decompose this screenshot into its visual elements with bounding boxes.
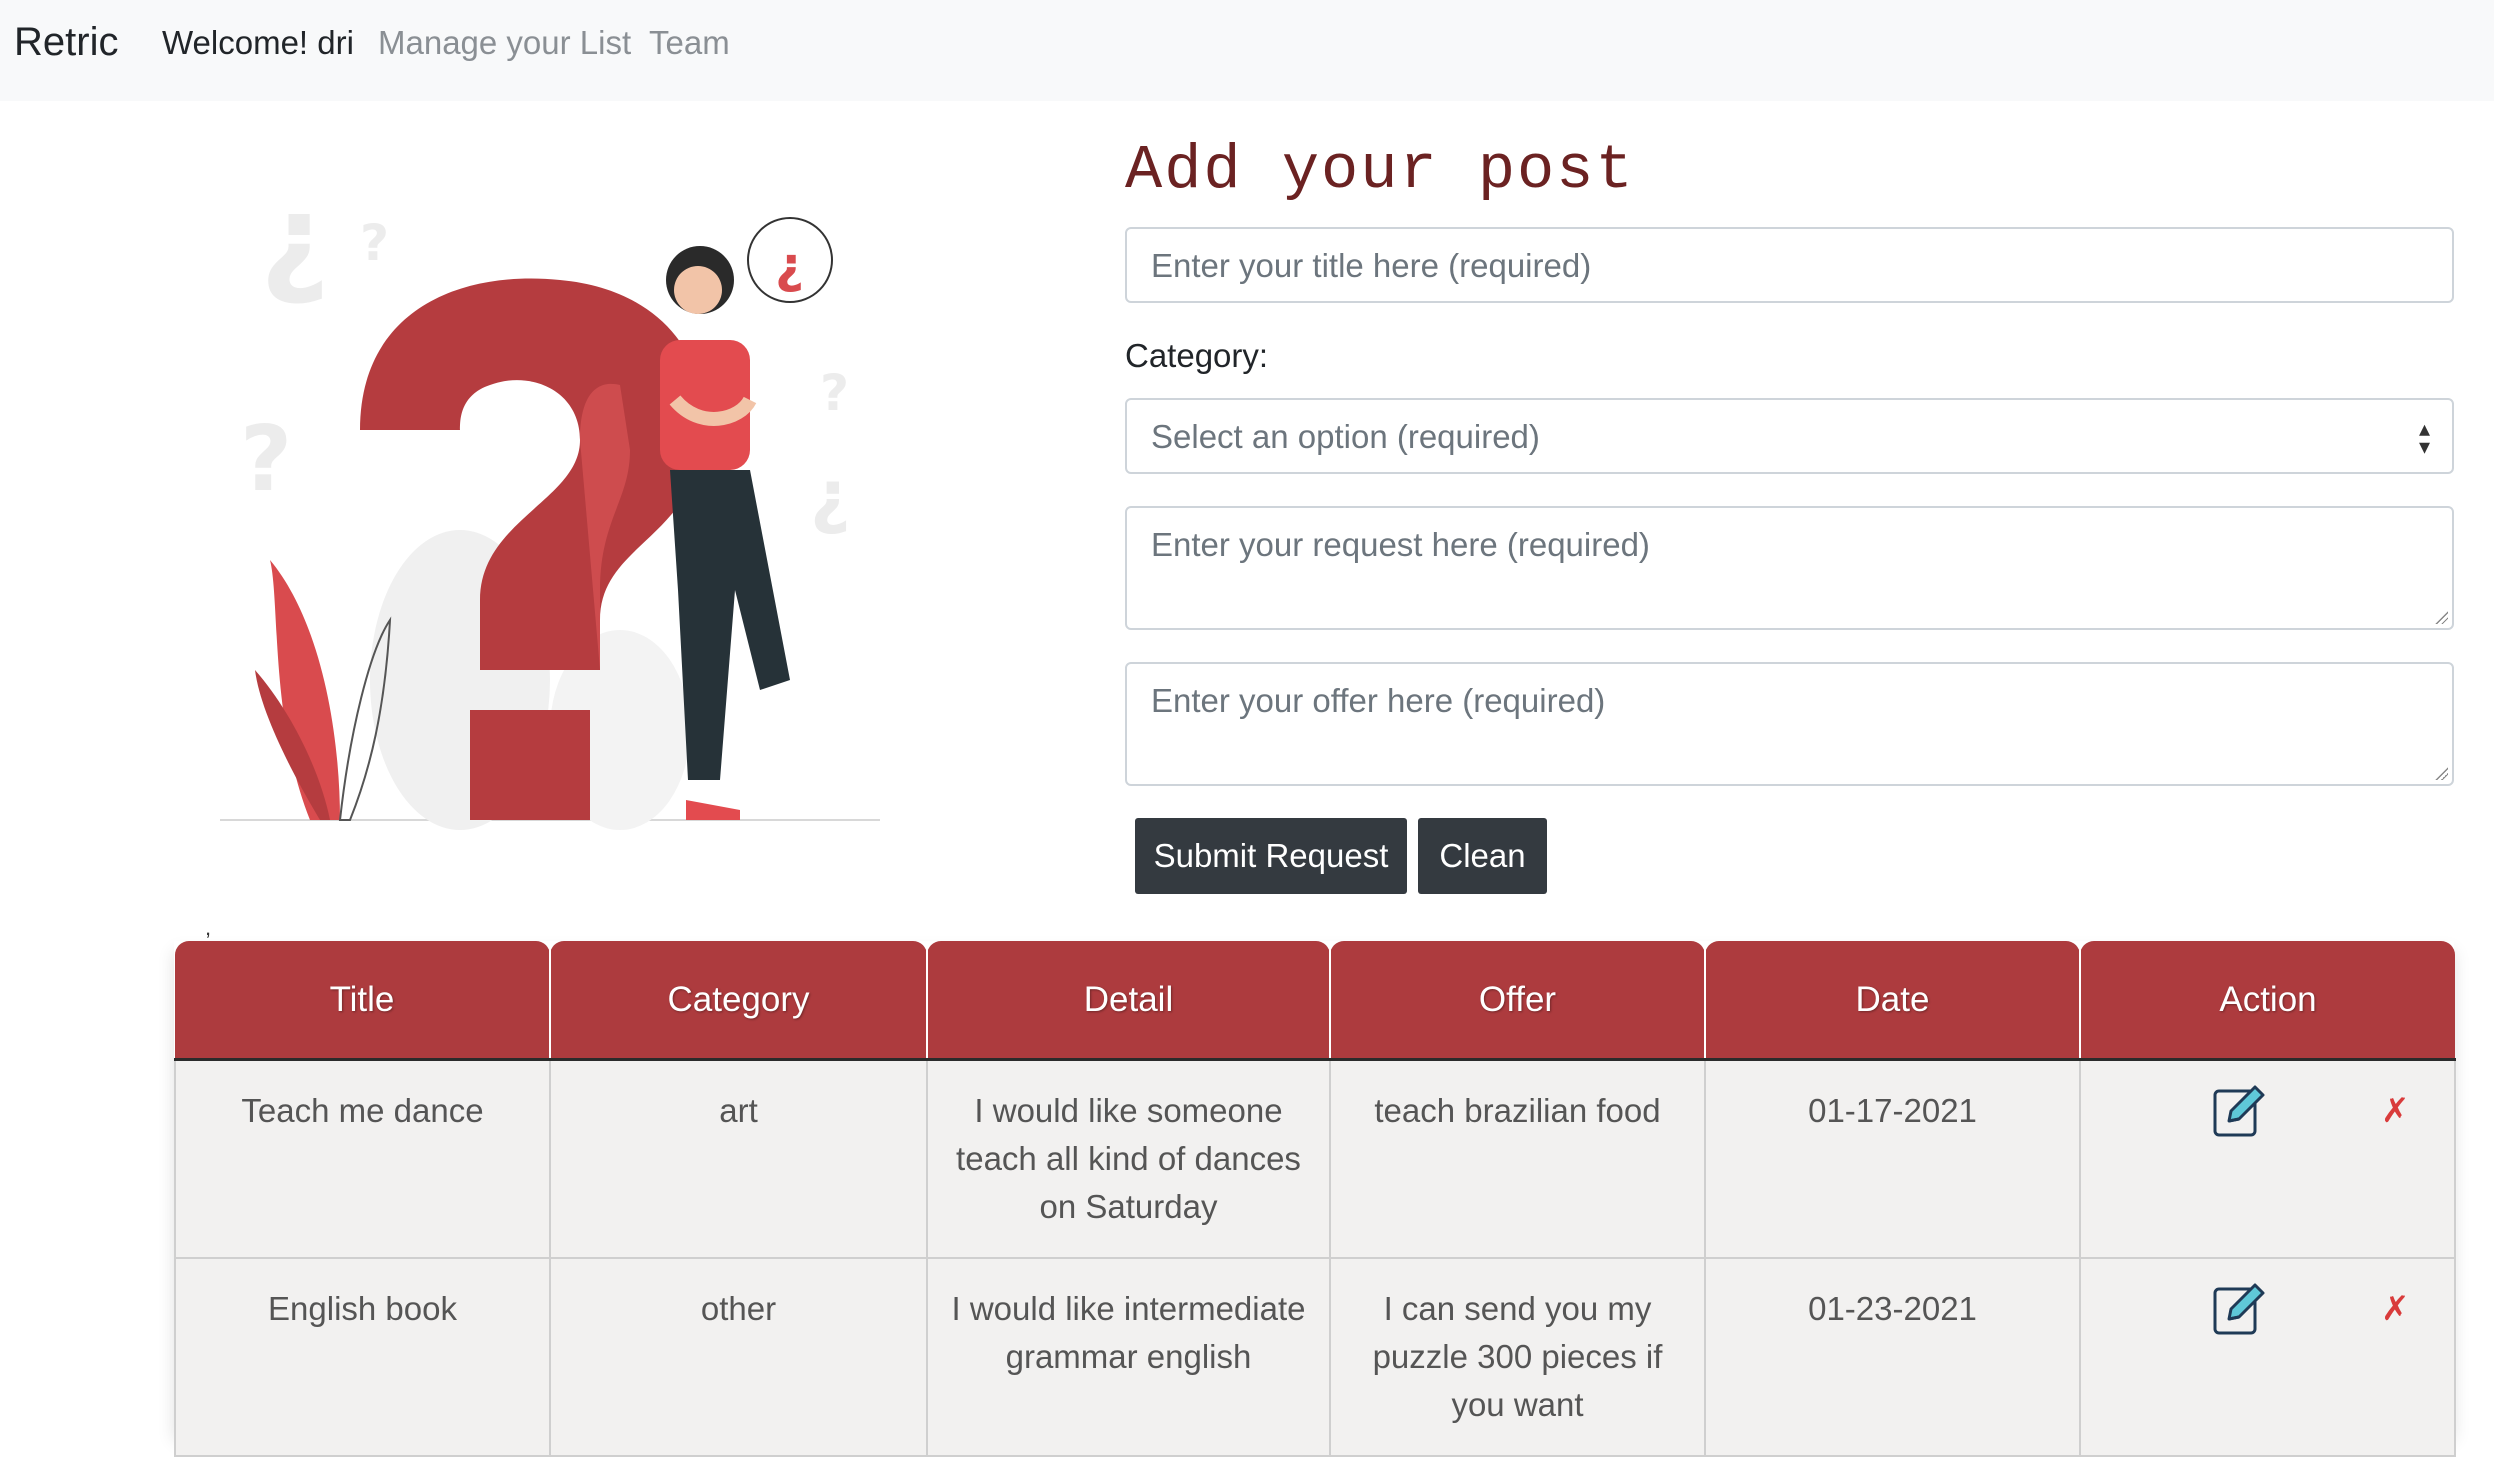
stray-comma: , [205,915,212,940]
header-detail: Detail [926,941,1330,1061]
select-arrows-icon: ▴ ▾ [2418,416,2430,459]
header-action: Action [2079,941,2455,1061]
delete-icon[interactable]: ✗ [2381,1087,2410,1135]
header-date: Date [1704,941,2080,1061]
category-label: Category: [1125,337,1269,374]
cell-detail: I would like intermediate grammar englis… [926,1258,1331,1457]
nav-link-manage-list[interactable]: Manage your List [378,24,631,62]
question-person-illustration: ¿ ? ? ? ¿ ¿ [220,170,880,830]
header-offer: Offer [1329,941,1705,1061]
cell-action: ✗ [2079,1258,2456,1457]
resize-grip-icon[interactable] [2434,766,2448,780]
category-select-value: Select an option (required) [1151,418,1540,455]
clean-button[interactable]: Clean [1418,818,1547,894]
cell-date: 01-17-2021 [1704,1059,2081,1259]
offer-textarea[interactable]: Enter your offer here (required) [1125,662,2454,786]
nav-link-team[interactable]: Team [649,24,730,62]
table-row: Teach me dance art I would like someone … [174,1059,2456,1259]
cell-title: English book [174,1258,551,1457]
nav-welcome-user[interactable]: Welcome! dri [162,24,354,62]
category-select[interactable]: Select an option (required) ▴ ▾ [1125,398,2454,474]
cell-category: other [549,1258,928,1457]
header-category: Category [549,941,927,1061]
offer-placeholder: Enter your offer here (required) [1151,682,1606,719]
form-heading: Add your post [1125,135,1635,206]
svg-text:?: ? [360,214,389,272]
table-header-row: Title Category Detail Offer Date Action [175,941,2455,1061]
edit-icon[interactable] [2211,1281,2267,1337]
request-textarea[interactable]: Enter your request here (required) [1125,506,2454,630]
cell-detail: I would like someone teach all kind of d… [926,1059,1331,1259]
submit-request-button[interactable]: Submit Request [1135,818,1407,894]
svg-text:?: ? [820,364,849,422]
cell-offer: teach brazilian food [1329,1059,1706,1259]
svg-text:¿: ¿ [260,170,330,309]
cell-offer: I can send you my puzzle 300 pieces if y… [1329,1258,1706,1457]
title-input[interactable]: Enter your title here (required) [1125,227,2454,303]
request-placeholder: Enter your request here (required) [1151,526,1650,563]
table-row: English book other I would like intermed… [174,1258,2456,1457]
svg-text:?: ? [240,407,292,512]
navbar: Retric Welcome! dri Manage your List Tea… [0,0,2494,101]
delete-icon[interactable]: ✗ [2381,1285,2410,1333]
resize-grip-icon[interactable] [2434,610,2448,624]
svg-text:¿: ¿ [810,455,851,537]
svg-text:¿: ¿ [775,236,804,294]
cell-date: 01-23-2021 [1704,1258,2081,1457]
cell-category: art [549,1059,928,1259]
header-title: Title [175,941,550,1061]
posts-table: Title Category Detail Offer Date Action … [174,941,2456,1457]
brand-logo[interactable]: Retric [14,20,118,65]
cell-action: ✗ [2079,1059,2456,1259]
edit-icon[interactable] [2211,1083,2267,1139]
cell-title: Teach me dance [174,1059,551,1259]
